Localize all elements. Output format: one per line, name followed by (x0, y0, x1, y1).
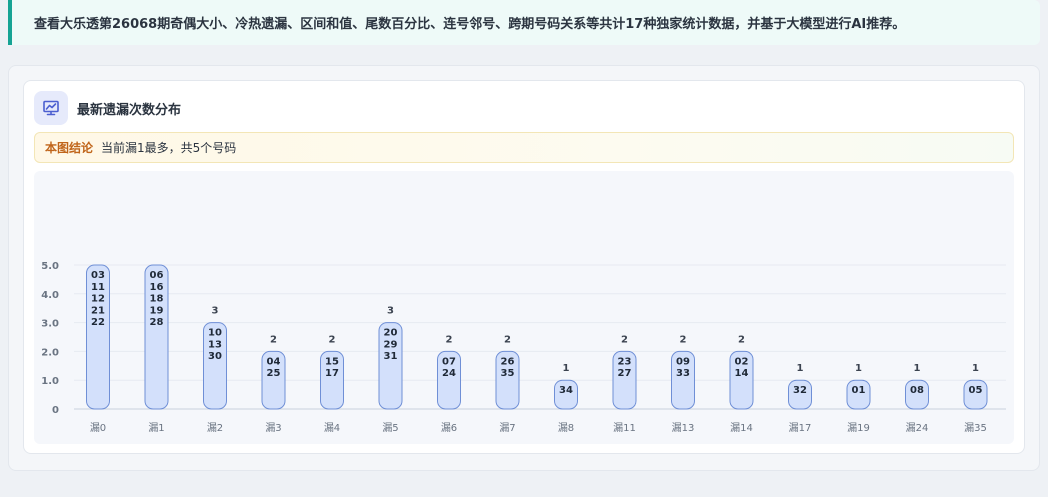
bar-number-label: 22 (91, 317, 105, 328)
bar-number-label: 03 (91, 270, 105, 281)
bar-value-label: 3 (212, 306, 219, 317)
bar-number-label: 23 (618, 356, 632, 367)
bar-number-label: 30 (208, 351, 222, 362)
bar-number-label: 06 (150, 270, 164, 281)
bar-value-label: 2 (329, 334, 336, 345)
x-tick-label: 漏6 (441, 422, 457, 434)
conclusion-tag: 本图结论 (45, 141, 94, 155)
bar-value-label: 2 (738, 334, 745, 345)
x-tick-label: 漏7 (499, 422, 515, 434)
x-tick-label: 漏5 (382, 422, 398, 434)
x-tick-label: 漏35 (964, 422, 987, 434)
omission-bar-chart: 01.02.03.04.05.00311122122漏00616181928漏1… (41, 261, 1006, 434)
x-tick-label: 漏8 (558, 422, 574, 434)
bar-value-label: 2 (446, 334, 453, 345)
y-tick-label: 0 (52, 405, 59, 416)
bar-number-label: 33 (676, 368, 690, 379)
bar-number-label: 13 (208, 339, 222, 350)
bar-value-label: 2 (270, 334, 277, 345)
info-banner: 查看大乐透第26068期奇偶大小、冷热遗漏、区间和值、尾数百分比、连号邻号、跨期… (8, 0, 1040, 45)
chart-title: 最新遗漏次数分布 (77, 103, 182, 118)
bar-number-label: 28 (150, 317, 164, 328)
x-tick-label: 漏14 (730, 422, 753, 434)
y-tick-label: 2.0 (41, 347, 59, 358)
bar-value-label: 1 (972, 363, 979, 374)
bar-number-label: 21 (91, 305, 105, 316)
bar-number-label: 19 (150, 305, 164, 316)
bar-number-label: 02 (735, 356, 749, 367)
banner-text: 查看大乐透第26068期奇偶大小、冷热遗漏、区间和值、尾数百分比、连号邻号、跨期… (34, 17, 906, 32)
bar-number-label: 31 (384, 351, 398, 362)
bar-number-label: 14 (735, 368, 749, 379)
bar-number-label: 26 (501, 356, 515, 367)
x-tick-label: 漏3 (265, 422, 281, 434)
bar-value-label: 2 (621, 334, 628, 345)
bar-number-label: 07 (442, 356, 456, 367)
bar-number-label: 11 (91, 282, 105, 293)
y-tick-label: 5.0 (41, 261, 59, 272)
x-tick-label: 漏24 (906, 422, 929, 434)
bar-number-label: 05 (969, 385, 983, 396)
bar-value-label: 2 (504, 334, 511, 345)
x-tick-label: 漏17 (789, 422, 812, 434)
bar-number-label: 35 (501, 368, 515, 379)
bar-number-label: 16 (150, 282, 164, 293)
chart-line-icon (34, 91, 68, 125)
x-tick-label: 漏4 (324, 422, 340, 434)
y-tick-label: 3.0 (41, 319, 59, 330)
bar-number-label: 25 (267, 368, 281, 379)
y-tick-label: 1.0 (41, 376, 59, 387)
bar-number-label: 12 (91, 294, 105, 305)
bar-number-label: 10 (208, 328, 222, 339)
bar-number-label: 17 (325, 368, 339, 379)
x-tick-label: 漏13 (672, 422, 695, 434)
x-tick-label: 漏11 (613, 422, 636, 434)
bar-value-label: 1 (855, 363, 862, 374)
bar-number-label: 27 (618, 368, 632, 379)
content-panel: 最新遗漏次数分布 本图结论 当前漏1最多，共5个号码 0 1.0 2.0 3.0 4.0… (8, 65, 1040, 471)
bar-number-label: 01 (852, 385, 866, 396)
x-tick-label: 漏1 (148, 422, 164, 434)
x-tick-label: 漏19 (847, 422, 870, 434)
bar-value-label: 2 (680, 334, 687, 345)
bar-value-label: 1 (914, 363, 921, 374)
chart-area: 0 1.0 2.0 3.0 4.0 5.0 03 11 12 21 22 漏0 06 16 18 19 28 漏1… (34, 171, 1014, 444)
x-tick-label: 漏0 (90, 422, 106, 434)
bar-number-label: 24 (442, 368, 456, 379)
y-tick-label: 4.0 (41, 290, 59, 301)
bar-value-label: 1 (797, 363, 804, 374)
bar-number-label: 34 (559, 385, 573, 396)
bar-value-label: 1 (563, 363, 570, 374)
bar-number-label: 04 (267, 356, 281, 367)
bar-number-label: 29 (384, 339, 398, 350)
bar-number-label: 18 (150, 294, 164, 305)
chart-conclusion: 本图结论 当前漏1最多，共5个号码 (34, 132, 1014, 163)
bar-number-label: 15 (325, 356, 339, 367)
conclusion-text: 当前漏1最多，共5个号码 (101, 141, 237, 155)
bar-value-label: 3 (387, 306, 394, 317)
bar-number-label: 32 (793, 385, 807, 396)
bar-number-label: 09 (676, 356, 690, 367)
chart-card: 最新遗漏次数分布 本图结论 当前漏1最多，共5个号码 0 1.0 2.0 3.0 4.0… (23, 80, 1025, 454)
x-tick-label: 漏2 (207, 422, 223, 434)
bar-number-label: 20 (384, 328, 398, 339)
bar-number-label: 08 (910, 385, 924, 396)
